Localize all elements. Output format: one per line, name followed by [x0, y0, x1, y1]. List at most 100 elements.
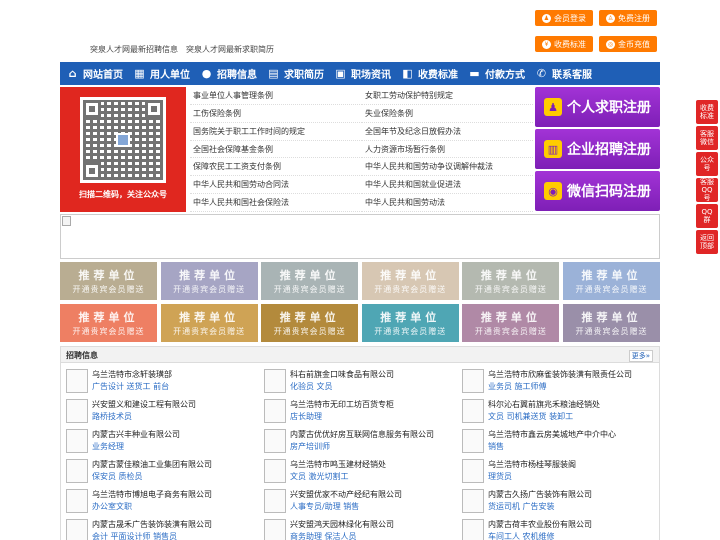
positions-link[interactable]: 货运司机 广告安装 [488, 501, 656, 512]
positions-link[interactable]: 广告设计 送货工 前台 [92, 381, 264, 392]
company-logo[interactable] [264, 399, 286, 423]
company-logo[interactable] [264, 489, 286, 513]
header-button-1[interactable]: ♙ 免费注册 [599, 10, 657, 26]
company-link[interactable]: 乌兰浩特市鑫云房美城地产中介中心 [488, 429, 656, 440]
company-link[interactable]: 内蒙古优优好房互联网信息服务有限公司 [290, 429, 462, 440]
company-link[interactable]: 乌兰浩特市博旭电子商务有限公司 [92, 489, 264, 500]
float-button-3[interactable]: 客服QQ号 [696, 178, 718, 202]
float-button-1[interactable]: 客服微信 [696, 126, 718, 150]
law-link[interactable]: 国务院关于职工工作时间的规定 [190, 123, 362, 141]
law-link[interactable]: 中华人民共和国就业促进法 [362, 176, 533, 195]
law-link[interactable]: 人力资源市场暂行条例 [362, 141, 533, 159]
company-logo[interactable] [462, 519, 484, 540]
company-logo[interactable] [462, 429, 484, 453]
company-link[interactable]: 科右前旗金口味食品有限公司 [290, 369, 462, 380]
nav-item-6[interactable]: ▬ 付款方式 [463, 62, 530, 85]
header-button-3[interactable]: ◎ 金币充值 [599, 36, 657, 52]
float-button-4[interactable]: QQ群 [696, 204, 718, 228]
nav-item-5[interactable]: ◧ 收费标准 [396, 62, 463, 85]
recommend-slot[interactable]: 推荐单位 开通贵宾会员赠送 [361, 262, 459, 300]
company-link[interactable]: 内蒙古荷丰农业股份有限公司 [488, 519, 656, 530]
law-link[interactable]: 全国年节及纪念日放假办法 [362, 123, 533, 141]
header-button-0[interactable]: ♟ 会员登录 [535, 10, 593, 26]
company-logo[interactable] [462, 489, 484, 513]
positions-link[interactable]: 业务经理 [92, 441, 264, 452]
positions-link[interactable]: 保安员 质检员 [92, 471, 264, 482]
nav-item-2[interactable]: ● 招聘信息 [195, 62, 262, 85]
recommend-slot[interactable]: 推荐单位 开通贵宾会员赠送 [261, 304, 359, 342]
positions-link[interactable]: 化验员 文员 [290, 381, 462, 392]
law-link[interactable]: 女职工劳动保护特别规定 [362, 87, 533, 105]
recommend-slot[interactable]: 推荐单位 开通贵宾会员赠送 [60, 262, 157, 300]
nav-item-4[interactable]: ▣ 职场资讯 [329, 62, 396, 85]
banner-image[interactable] [60, 214, 660, 259]
nav-item-3[interactable]: ▤ 求职简历 [262, 62, 329, 85]
law-link[interactable]: 中华人民共和国劳动合同法 [190, 176, 362, 195]
company-link[interactable]: 内蒙古蒙佳粮油工业集团有限公司 [92, 459, 264, 470]
company-link[interactable]: 兴安盟优家不动产经纪有限公司 [290, 489, 462, 500]
nav-item-0[interactable]: ⌂ 网站首页 [60, 62, 128, 85]
company-link[interactable]: 内蒙古久扬广告装饰有限公司 [488, 489, 656, 500]
company-link[interactable]: 乌兰浩特市念轩装璜部 [92, 369, 264, 380]
company-link[interactable]: 乌兰浩特市鸣玉建材经销处 [290, 459, 462, 470]
company-link[interactable]: 乌兰浩特市无印工坊百货专柜 [290, 399, 462, 410]
positions-link[interactable]: 文员 激光切割工 [290, 471, 462, 482]
company-link[interactable]: 乌兰浩特市杨桂琴服装阁 [488, 459, 656, 470]
company-link[interactable]: 兴安盟义和建设工程有限公司 [92, 399, 264, 410]
float-button-2[interactable]: 公众号 [696, 152, 718, 176]
recommend-slot[interactable]: 推荐单位 开通贵宾会员赠送 [562, 304, 660, 342]
positions-link[interactable]: 人事专员/助理 销售 [290, 501, 462, 512]
register-button-2[interactable]: ◉ 微信扫码注册 [535, 171, 660, 211]
positions-link[interactable]: 会计 平面设计师 销售员 [92, 531, 264, 540]
register-button-1[interactable]: ▥ 企业招聘注册 [535, 129, 660, 169]
company-logo[interactable] [264, 429, 286, 453]
company-link[interactable]: 内蒙古晟禾广告装饰装潢有限公司 [92, 519, 264, 530]
law-link[interactable]: 中华人民共和国劳动法 [362, 194, 533, 212]
recommend-slot[interactable]: 推荐单位 开通贵宾会员赠送 [261, 262, 359, 300]
recommend-slot[interactable]: 推荐单位 开通贵宾会员赠送 [160, 262, 258, 300]
float-button-5[interactable]: 返回顶部 [696, 230, 718, 254]
positions-link[interactable]: 房产培训师 [290, 441, 462, 452]
positions-link[interactable]: 销售 [488, 441, 656, 452]
company-link[interactable]: 兴安盟鸿天园林绿化有限公司 [290, 519, 462, 530]
company-logo[interactable] [66, 369, 88, 393]
recommend-slot[interactable]: 推荐单位 开通贵宾会员赠送 [361, 304, 459, 342]
law-link[interactable]: 事业单位人事管理条例 [190, 87, 362, 105]
law-link[interactable]: 中华人民共和国社会保险法 [190, 194, 362, 212]
positions-link[interactable]: 商务助理 保洁人员 [290, 531, 462, 540]
header-button-2[interactable]: ¥ 收费标准 [535, 36, 593, 52]
recommend-slot[interactable]: 推荐单位 开通贵宾会员赠送 [462, 304, 560, 342]
positions-link[interactable]: 路桥技术员 [92, 411, 264, 422]
company-logo[interactable] [264, 459, 286, 483]
positions-link[interactable]: 办公室文职 [92, 501, 264, 512]
recommend-slot[interactable]: 推荐单位 开通贵宾会员赠送 [60, 304, 157, 342]
float-button-0[interactable]: 收费标准 [696, 100, 718, 124]
company-link[interactable]: 乌兰浩特市欣麻雀装饰装潢有限责任公司 [488, 369, 656, 380]
company-logo[interactable] [462, 369, 484, 393]
company-link[interactable]: 内蒙古兴丰种业有限公司 [92, 429, 264, 440]
company-logo[interactable] [66, 519, 88, 540]
recommend-slot[interactable]: 推荐单位 开通贵宾会员赠送 [562, 262, 660, 300]
company-logo[interactable] [66, 399, 88, 423]
recommend-slot[interactable]: 推荐单位 开通贵宾会员赠送 [160, 304, 258, 342]
register-button-0[interactable]: ♟ 个人求职注册 [535, 87, 660, 127]
law-link[interactable]: 工伤保险条例 [190, 105, 362, 123]
positions-link[interactable]: 文员 司机兼送货 装卸工 [488, 411, 656, 422]
company-logo[interactable] [66, 489, 88, 513]
company-logo[interactable] [264, 519, 286, 540]
law-link[interactable]: 中华人民共和国劳动争议调解仲裁法 [362, 158, 533, 177]
positions-link[interactable]: 理货员 [488, 471, 656, 482]
nav-item-7[interactable]: ✆ 联系客服 [530, 62, 597, 85]
header-link[interactable]: 突泉人才网最新招聘信息 [90, 44, 178, 55]
law-link[interactable]: 保障农民工工资支付条例 [190, 158, 362, 177]
company-logo[interactable] [66, 459, 88, 483]
positions-link[interactable]: 业务员 施工师傅 [488, 381, 656, 392]
law-link[interactable]: 失业保险条例 [362, 105, 533, 123]
law-link[interactable]: 全国社会保障基金条例 [190, 141, 362, 159]
recommend-slot[interactable]: 推荐单位 开通贵宾会员赠送 [462, 262, 560, 300]
header-link[interactable]: 突泉人才网最新求职简历 [186, 44, 274, 55]
positions-link[interactable]: 车间工人 农机维修 [488, 531, 656, 540]
company-logo[interactable] [264, 369, 286, 393]
jobs-more-link[interactable]: 更多» [628, 350, 653, 362]
company-logo[interactable] [66, 429, 88, 453]
